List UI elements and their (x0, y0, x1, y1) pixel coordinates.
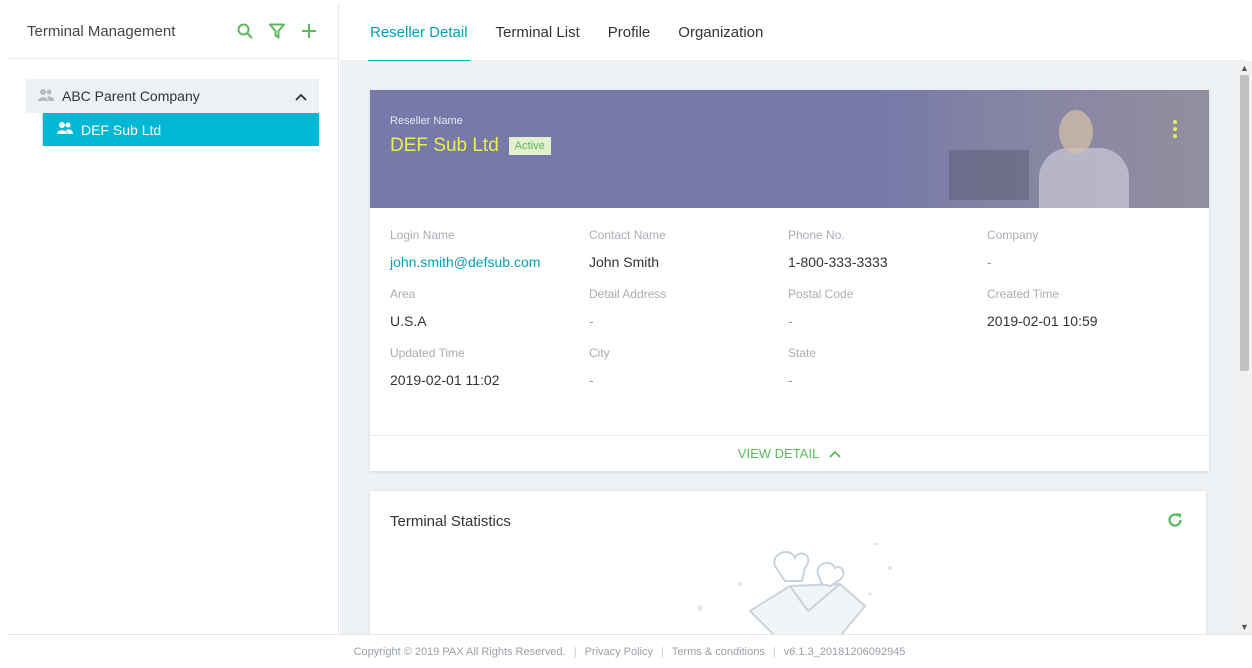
empty-box-illustration (697, 543, 892, 634)
refresh-icon[interactable] (1166, 511, 1184, 529)
field-value: - (788, 372, 793, 388)
scrollbar-thumb[interactable] (1240, 75, 1249, 371)
reseller-name-row: DEF Sub Ltd Active (390, 135, 1189, 157)
terminal-statistics-title: Terminal Statistics (390, 513, 511, 530)
field-contact-name: Contact Name John Smith (589, 228, 788, 270)
main-content: Reseller Name DEF Sub Ltd Active Login N… (340, 61, 1237, 634)
privacy-policy-link[interactable]: Privacy Policy (585, 646, 653, 658)
footer-copyright: Copyright © 2019 PAX All Rights Reserved… (353, 645, 566, 658)
footer-version: v6.1.3_20181206092945 (783, 645, 906, 658)
footer-separator: | (772, 645, 776, 658)
field-postal-code: Postal Code - (788, 287, 987, 329)
scroll-down-arrow[interactable]: ▼ (1237, 620, 1252, 634)
field-label: Postal Code (788, 287, 854, 301)
main-scrollbar[interactable]: ▲ ▼ (1237, 61, 1252, 634)
sidebar-tools (236, 22, 318, 40)
field-state: State - (788, 346, 987, 388)
chevron-up-icon (829, 446, 841, 461)
status-badge: Active (508, 137, 551, 155)
terms-link[interactable]: Terms & conditions (672, 646, 765, 658)
field-label: City (589, 346, 610, 360)
field-value: John Smith (589, 254, 660, 270)
tree-node-parent-label: ABC Parent Company (62, 88, 200, 104)
photo-person-body (1039, 148, 1129, 208)
field-label: Updated Time (390, 346, 465, 360)
field-created-time: Created Time 2019-02-01 10:59 (987, 287, 1186, 329)
field-value: 1-800-333-3333 (788, 254, 888, 270)
field-login-name: Login Name john.smith@defsub.com (390, 228, 589, 270)
field-label: Contact Name (589, 228, 666, 242)
field-value: - (788, 313, 793, 329)
view-detail-button[interactable]: VIEW DETAIL (370, 435, 1209, 471)
footer-separator: | (573, 645, 577, 658)
field-value: 2019-02-01 10:59 (987, 313, 1098, 329)
tab-bar: Reseller Detail Terminal List Profile Or… (340, 4, 1245, 62)
field-label: Created Time (987, 287, 1060, 301)
footer-separator: | (661, 645, 664, 658)
chevron-up-icon[interactable] (295, 88, 307, 104)
field-updated-time: Updated Time 2019-02-01 11:02 (390, 346, 589, 388)
tab-terminal-list[interactable]: Terminal List (496, 4, 580, 61)
tab-organization[interactable]: Organization (678, 4, 763, 61)
more-options-icon[interactable] (1173, 120, 1179, 138)
sidebar-title: Terminal Management (27, 22, 176, 40)
field-value: 2019-02-01 11:02 (390, 372, 500, 388)
sidebar-header: Terminal Management (7, 4, 338, 59)
users-icon (57, 121, 73, 138)
field-label: Detail Address (589, 287, 667, 301)
field-label: Company (987, 228, 1039, 242)
field-label: Phone No. (788, 228, 845, 242)
field-company: Company - (987, 228, 1186, 270)
tree-node-child-label: DEF Sub Ltd (81, 121, 162, 138)
field-detail-address: Detail Address - (589, 287, 788, 329)
field-label: Area (390, 287, 416, 301)
sidebar: Terminal Management ABC Parent Company D… (7, 4, 339, 634)
view-detail-label: VIEW DETAIL (737, 446, 820, 461)
field-label: State (788, 346, 817, 360)
field-value: - (589, 372, 594, 388)
field-value: - (589, 313, 594, 329)
field-value[interactable]: john.smith@defsub.com (390, 254, 589, 270)
org-tree: ABC Parent Company DEF Sub Ltd (7, 59, 338, 166)
field-phone: Phone No. 1-800-333-3333 (788, 228, 987, 270)
tab-profile[interactable]: Profile (608, 4, 651, 61)
search-icon[interactable] (236, 22, 254, 40)
users-icon (38, 88, 54, 105)
scroll-up-arrow[interactable]: ▲ (1237, 61, 1252, 75)
tab-reseller-detail[interactable]: Reseller Detail (368, 4, 470, 62)
reseller-card: Reseller Name DEF Sub Ltd Active Login N… (370, 90, 1209, 471)
field-value: U.S.A (390, 313, 427, 329)
filter-icon[interactable] (268, 22, 286, 40)
footer: Copyright © 2019 PAX All Rights Reserved… (7, 634, 1252, 668)
field-value: - (987, 254, 992, 270)
reseller-details: Login Name john.smith@defsub.com Contact… (370, 208, 1209, 388)
tree-node-child[interactable]: DEF Sub Ltd (43, 113, 319, 146)
tree-node-parent[interactable]: ABC Parent Company (26, 79, 319, 113)
plus-icon[interactable] (300, 22, 318, 40)
terminal-statistics-card: Terminal Statistics (370, 491, 1206, 634)
field-area: Area U.S.A (390, 287, 589, 329)
photo-screen (949, 150, 1029, 200)
field-city: City - (589, 346, 788, 388)
field-label: Login Name (390, 228, 455, 242)
reseller-banner: Reseller Name DEF Sub Ltd Active (370, 90, 1209, 208)
reseller-name: DEF Sub Ltd (390, 135, 499, 156)
tree-children: DEF Sub Ltd (42, 113, 319, 146)
reseller-name-label: Reseller Name (390, 115, 463, 127)
tree-node-parent-content: ABC Parent Company (38, 88, 200, 105)
